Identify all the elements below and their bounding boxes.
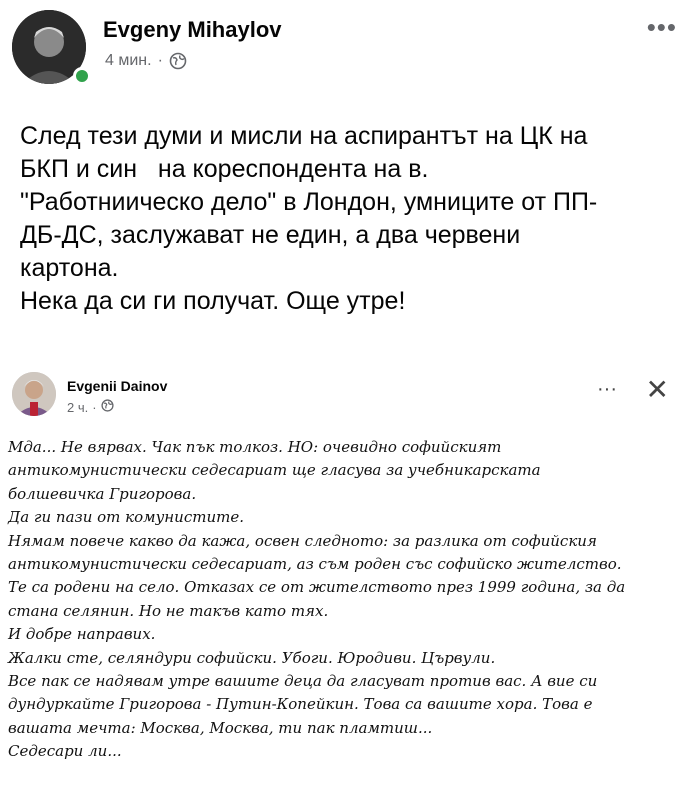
globe-icon[interactable] [101,399,114,415]
close-icon[interactable]: ✕ [646,376,669,404]
shared-post-line: вашата мечта: Москва, Москва, ти пак пла… [8,718,433,737]
shared-post-line: Седесари ли... [8,742,122,761]
author-name[interactable]: Evgeny Mihaylov [103,17,282,43]
shared-post-line: Те са родени на село. Отказах се от жите… [8,578,626,597]
shared-post-time[interactable]: 2 ч. [67,400,88,415]
post-line: "Работниическо дело" в Лондон, умниците … [20,188,598,216]
post-line: БКП и син на кореспондента на в. [20,155,429,183]
shared-post-line: антикомунистически седесариат, аз съм ро… [8,555,622,574]
shared-post-line: Нямам повече какво да кажа, освен следно… [8,531,597,550]
shared-post-line: стана селянин. Но не такъв като тях. [8,601,329,620]
shared-post-line: Мда... Не вярвах. Чак пък толкоз. НО: оч… [8,438,502,456]
shared-post-meta: 2 ч. · [67,399,114,415]
shared-author-avatar-image [12,372,56,416]
shared-post-line: И добре направих. [8,625,156,644]
globe-icon[interactable] [169,52,187,70]
meta-separator: · [157,52,163,69]
post-meta: 4 мин. · [105,52,187,70]
shared-post-line: антикомунистически седесариат ще гласува… [8,461,541,480]
shared-post-text: Мда... Не вярвах. Чак пък толкоз. НО: оч… [8,436,688,764]
post-line: картона. [20,254,119,282]
shared-post-line: болшевичка Григорова. [8,484,197,503]
shared-post-line: Жалки сте, селяндури софийски. Убоги. Юр… [8,648,496,667]
shared-post-screenshot: Evgenii Dainov 2 ч. · ··· ✕ Мда... Не вя… [0,362,697,794]
shared-more-options-icon[interactable]: ··· [597,379,617,399]
shared-meta-separator: · [92,399,97,415]
shared-author-name[interactable]: Evgenii Dainov [67,378,167,394]
shared-post-line: дундуркайте Григорова - Путин-Копейкин. … [8,695,593,714]
post-line: Нека да си ги получат. Още утре! [20,287,406,315]
post-time[interactable]: 4 мин. [105,52,152,70]
post-text: След тези думи и мисли на аспирантът на … [20,120,685,318]
online-status-dot [73,67,91,85]
shared-post-line: Да ги пази от комунистите. [8,508,244,527]
more-options-icon[interactable]: ••• [647,14,677,40]
post-line: ДБ-ДС, заслужават не един, а два червени [20,221,521,249]
shared-post-line: Все пак се надявам утре вашите деца да г… [8,672,598,691]
shared-author-avatar[interactable] [12,372,56,416]
post-header: Evgeny Mihaylov 4 мин. · ••• [0,0,697,100]
post-line: След тези думи и мисли на аспирантът на … [20,122,588,150]
